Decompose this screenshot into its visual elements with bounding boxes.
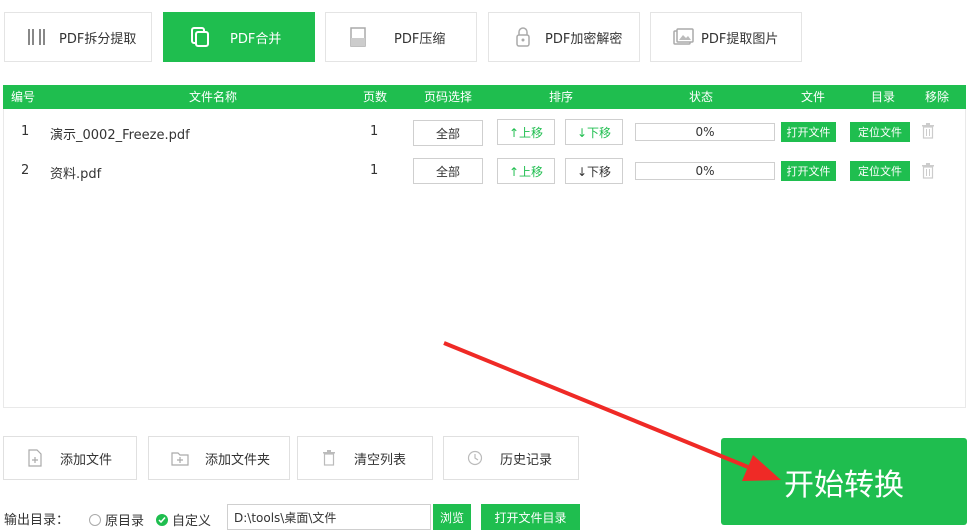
check-icon <box>156 513 168 526</box>
output-dir-label: 输出目录： <box>4 513 70 528</box>
output-path-input[interactable] <box>227 504 431 530</box>
add-folder-icon <box>171 449 189 467</box>
open-file-button[interactable]: 打开文件 <box>781 161 836 181</box>
table-row: 1 演示_0002_Freeze.pdf 1 全部 ↑上移 ↓下移 0% 打开文… <box>3 115 966 151</box>
tab-label: PDF合并 <box>230 31 282 47</box>
add-folder-label: 添加文件夹 <box>205 452 271 468</box>
tab-pdf-split[interactable]: PDF拆分提取 <box>4 12 152 62</box>
move-up-button[interactable]: ↑上移 <box>497 119 555 145</box>
merge-icon <box>188 25 212 49</box>
page-select-button[interactable]: 全部 <box>413 158 483 184</box>
radio-custom-dir[interactable]: 自定义 <box>156 510 211 529</box>
radio-original-label: 原目录 <box>105 514 145 529</box>
move-down-button[interactable]: ↓下移 <box>565 158 623 184</box>
move-down-button[interactable]: ↓下移 <box>565 119 623 145</box>
radio-dot <box>89 513 101 526</box>
progress-bar: 0% <box>635 162 775 180</box>
locate-file-button[interactable]: 定位文件 <box>850 161 910 181</box>
clear-list-button[interactable]: 清空列表 <box>297 436 433 480</box>
move-up-button[interactable]: ↑上移 <box>497 158 555 184</box>
tab-label: PDF加密解密 <box>545 31 623 47</box>
add-folder-button[interactable]: 添加文件夹 <box>148 436 290 480</box>
history-button[interactable]: 历史记录 <box>443 436 579 480</box>
col-dir: 目录 <box>870 90 895 104</box>
progress-bar: 0% <box>635 123 775 141</box>
col-status: 状态 <box>688 90 713 104</box>
add-file-icon <box>26 449 44 467</box>
radio-original-dir[interactable]: 原目录 <box>89 510 144 529</box>
file-name: 资料.pdf <box>50 167 102 182</box>
tab-label: PDF拆分提取 <box>59 31 137 47</box>
col-file: 文件 <box>800 90 825 104</box>
file-name: 演示_0002_Freeze.pdf <box>50 128 190 143</box>
col-page-select: 页码选择 <box>423 90 472 104</box>
tab-pdf-merge[interactable]: PDF合并 <box>163 12 315 62</box>
tab-pdf-compress[interactable]: PDF压缩 <box>325 12 477 62</box>
trash-icon <box>320 449 338 467</box>
table-row: 2 资料.pdf 1 全部 ↑上移 ↓下移 0% 打开文件 定位文件 <box>3 152 966 188</box>
col-sort: 排序 <box>548 90 573 104</box>
row-number: 2 <box>21 163 30 178</box>
col-remove: 移除 <box>924 90 949 104</box>
add-file-label: 添加文件 <box>60 452 113 468</box>
progress-text: 0% <box>695 125 715 139</box>
tab-pdf-encrypt[interactable]: PDF加密解密 <box>488 12 640 62</box>
page-count: 1 <box>370 163 379 178</box>
split-icon <box>25 25 49 49</box>
col-pages: 页数 <box>362 90 387 104</box>
lock-icon <box>511 25 535 49</box>
page-select-button[interactable]: 全部 <box>413 120 483 146</box>
tab-label: PDF提取图片 <box>701 31 779 47</box>
tab-label: PDF压缩 <box>394 31 446 47</box>
locate-file-button[interactable]: 定位文件 <box>850 122 910 142</box>
compress-icon <box>346 25 370 49</box>
browse-button[interactable]: 浏览 <box>433 504 471 530</box>
radio-custom-label: 自定义 <box>172 514 212 529</box>
history-label: 历史记录 <box>500 452 553 468</box>
open-output-dir-button[interactable]: 打开文件目录 <box>481 504 580 530</box>
row-number: 1 <box>21 124 30 139</box>
tab-pdf-extract-images[interactable]: PDF提取图片 <box>650 12 802 62</box>
page-count: 1 <box>370 124 379 139</box>
col-num: 编号 <box>10 90 35 104</box>
trash-icon[interactable] <box>921 123 935 139</box>
clock-icon <box>466 449 484 467</box>
table-header: 编号 文件名称 页数 页码选择 排序 状态 文件 目录 移除 <box>3 85 966 109</box>
start-convert-button[interactable]: 开始转换 <box>721 438 967 525</box>
open-file-button[interactable]: 打开文件 <box>781 122 836 142</box>
add-file-button[interactable]: 添加文件 <box>3 436 137 480</box>
clear-list-label: 清空列表 <box>354 452 407 468</box>
progress-text: 0% <box>695 164 715 178</box>
col-name: 文件名称 <box>188 90 237 104</box>
image-icon <box>671 25 695 49</box>
trash-icon[interactable] <box>921 163 935 179</box>
